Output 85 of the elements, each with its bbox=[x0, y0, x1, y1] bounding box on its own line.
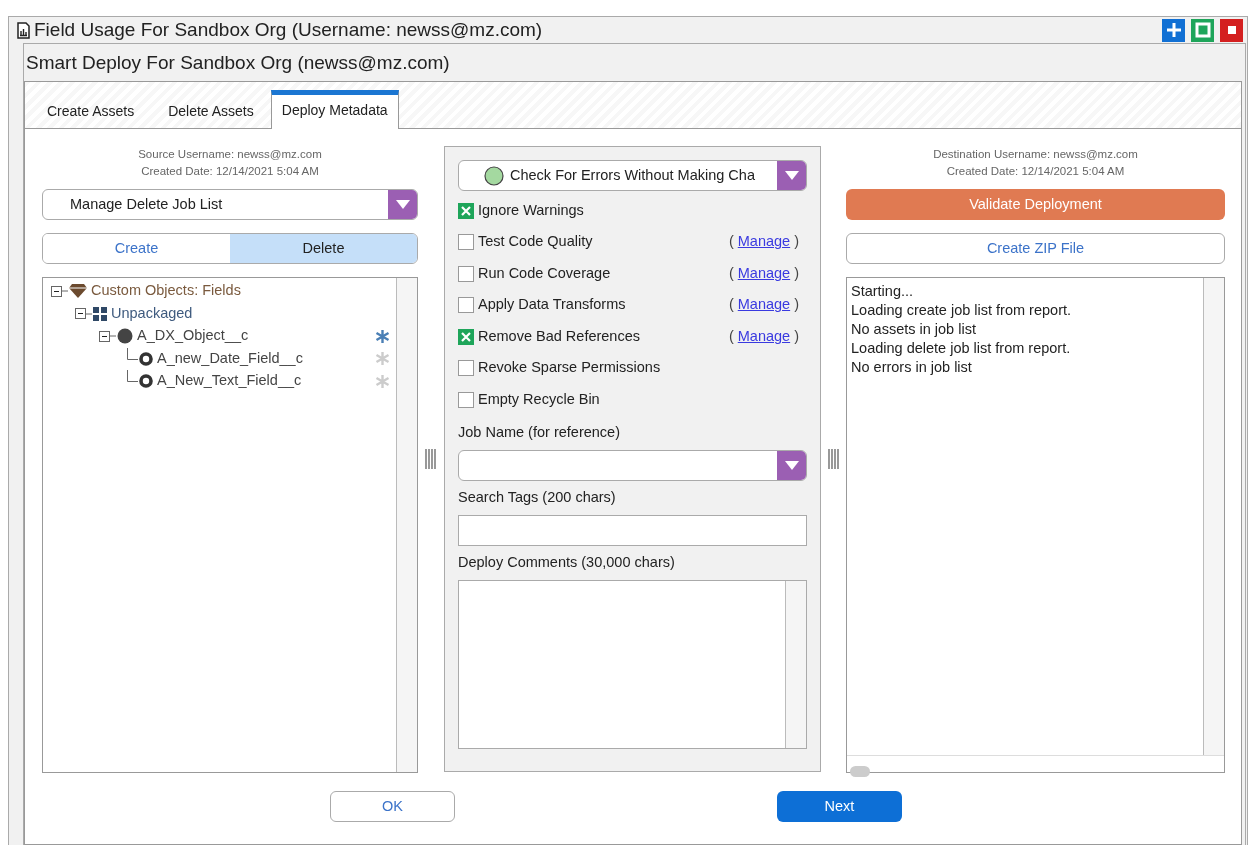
checkbox[interactable] bbox=[458, 234, 474, 251]
dialog-title: Smart Deploy For Sandbox Org (newss@mz.com) bbox=[25, 51, 451, 75]
field-label: Search Tags (200 chars) bbox=[458, 487, 617, 507]
gem-icon bbox=[69, 284, 87, 299]
checkbox-label: Apply Data Transforms bbox=[478, 295, 626, 315]
zip-button[interactable]: Create ZIP File bbox=[846, 233, 1225, 264]
caret-icon[interactable] bbox=[784, 171, 799, 180]
checkbox[interactable] bbox=[458, 265, 474, 282]
checkbox-label: Remove Bad References bbox=[478, 326, 640, 346]
tree-item[interactable]: Unpackaged bbox=[111, 302, 396, 325]
close-button[interactable] bbox=[1220, 18, 1243, 42]
manage-link[interactable]: Manage bbox=[737, 296, 791, 313]
paren-text: ) bbox=[794, 327, 799, 344]
checkbox[interactable] bbox=[458, 360, 474, 377]
checkbox-label: Empty Recycle Bin bbox=[478, 389, 600, 409]
checkbox-label: Run Code Coverage bbox=[478, 263, 611, 283]
window-title: Field Usage For Sandbox Org (Username: newss@mz.com) bbox=[34, 17, 544, 42]
tree-line bbox=[110, 335, 116, 338]
log-line: Loading delete job list from report. bbox=[851, 339, 1072, 358]
grid-icon bbox=[93, 306, 107, 321]
splitter-grip-icon[interactable] bbox=[827, 449, 840, 469]
tab[interactable]: Delete Assets bbox=[151, 94, 271, 128]
checkbox-label: Ignore Warnings bbox=[478, 200, 584, 220]
checkbox[interactable] bbox=[458, 297, 474, 314]
checkbox[interactable] bbox=[458, 391, 474, 408]
caret-icon[interactable] bbox=[395, 200, 410, 209]
job-name-dropdown[interactable] bbox=[458, 449, 807, 481]
paren-text: ) bbox=[794, 264, 799, 281]
log-line: No assets in job list bbox=[851, 320, 977, 339]
created-date: Created Date: 12/14/2021 5:04 AM bbox=[140, 164, 320, 179]
manage-link[interactable]: Manage bbox=[737, 327, 791, 344]
log-line: Starting... bbox=[851, 282, 915, 301]
paren-text: ) bbox=[794, 233, 799, 250]
paren-text: ( bbox=[728, 233, 734, 250]
splitter-grip-icon[interactable] bbox=[425, 449, 437, 469]
maximize-button[interactable] bbox=[1191, 18, 1214, 42]
deploy-mode-dropdown[interactable]: Check For Errors Without Making Cha bbox=[458, 160, 807, 191]
ring-icon bbox=[139, 374, 153, 389]
dropdown-value: Check For Errors Without Making Cha bbox=[510, 165, 755, 185]
tree-line bbox=[127, 370, 138, 382]
tab[interactable]: Create Assets bbox=[30, 94, 152, 128]
tree-line bbox=[86, 312, 92, 315]
checkbox[interactable] bbox=[458, 328, 474, 345]
job-list-dropdown[interactable]: Manage Delete Job List bbox=[42, 189, 418, 220]
tree-line bbox=[62, 290, 68, 293]
scrollbar[interactable] bbox=[1203, 278, 1224, 755]
checkbox-label: Test Code Quality bbox=[478, 232, 593, 252]
paren-text: ( bbox=[728, 264, 734, 281]
tree-item[interactable]: A_new_Date_Field__c bbox=[157, 347, 375, 370]
checkbox-label: Revoke Sparse Permissions bbox=[478, 358, 661, 378]
log-line: No errors in job list bbox=[851, 358, 973, 377]
collapse-toggle-icon[interactable] bbox=[51, 285, 62, 297]
tree-line bbox=[127, 347, 138, 360]
paren-text: ( bbox=[728, 327, 734, 344]
caret-icon[interactable] bbox=[784, 460, 799, 470]
stop-icon bbox=[1227, 26, 1236, 34]
search-tags-field[interactable] bbox=[458, 514, 807, 546]
checkbox[interactable] bbox=[458, 202, 474, 219]
paren-text: ) bbox=[794, 296, 799, 313]
field-label: Job Name (for reference) bbox=[458, 422, 621, 442]
collapse-toggle-icon[interactable] bbox=[99, 330, 110, 342]
comments-field[interactable] bbox=[458, 579, 807, 749]
created-date: Created Date: 12/14/2021 5:04 AM bbox=[945, 164, 1126, 179]
destination-username: Destination Username: newss@mz.com bbox=[932, 147, 1139, 162]
report-icon bbox=[17, 21, 30, 39]
field-label: Deploy Comments (30,000 chars) bbox=[458, 552, 676, 572]
add-button[interactable] bbox=[1162, 18, 1185, 42]
ring-icon bbox=[139, 351, 153, 366]
tab[interactable]: Deploy Metadata bbox=[270, 90, 399, 129]
scrollbar[interactable] bbox=[396, 278, 417, 772]
circle-icon bbox=[117, 328, 133, 345]
ok-button[interactable]: OK bbox=[330, 791, 455, 822]
status-circle-icon bbox=[484, 165, 504, 186]
collapse-toggle-icon[interactable] bbox=[75, 308, 86, 320]
paren-text: ( bbox=[728, 296, 734, 313]
source-username: Source Username: newss@mz.com bbox=[137, 147, 323, 162]
tree-item[interactable]: A_New_Text_Field__c bbox=[157, 370, 375, 393]
manage-link[interactable]: Manage bbox=[737, 264, 791, 281]
tree-item[interactable]: A_DX_Object__c bbox=[137, 325, 375, 348]
tree-item[interactable]: Custom Objects: Fields bbox=[91, 280, 396, 303]
scrollbar-thumb[interactable] bbox=[850, 766, 870, 778]
log-line: Loading create job list from report. bbox=[851, 301, 1073, 320]
next-button[interactable]: Next bbox=[777, 791, 902, 822]
manage-link[interactable]: Manage bbox=[737, 233, 791, 250]
segment-tab[interactable]: Delete bbox=[230, 234, 417, 263]
